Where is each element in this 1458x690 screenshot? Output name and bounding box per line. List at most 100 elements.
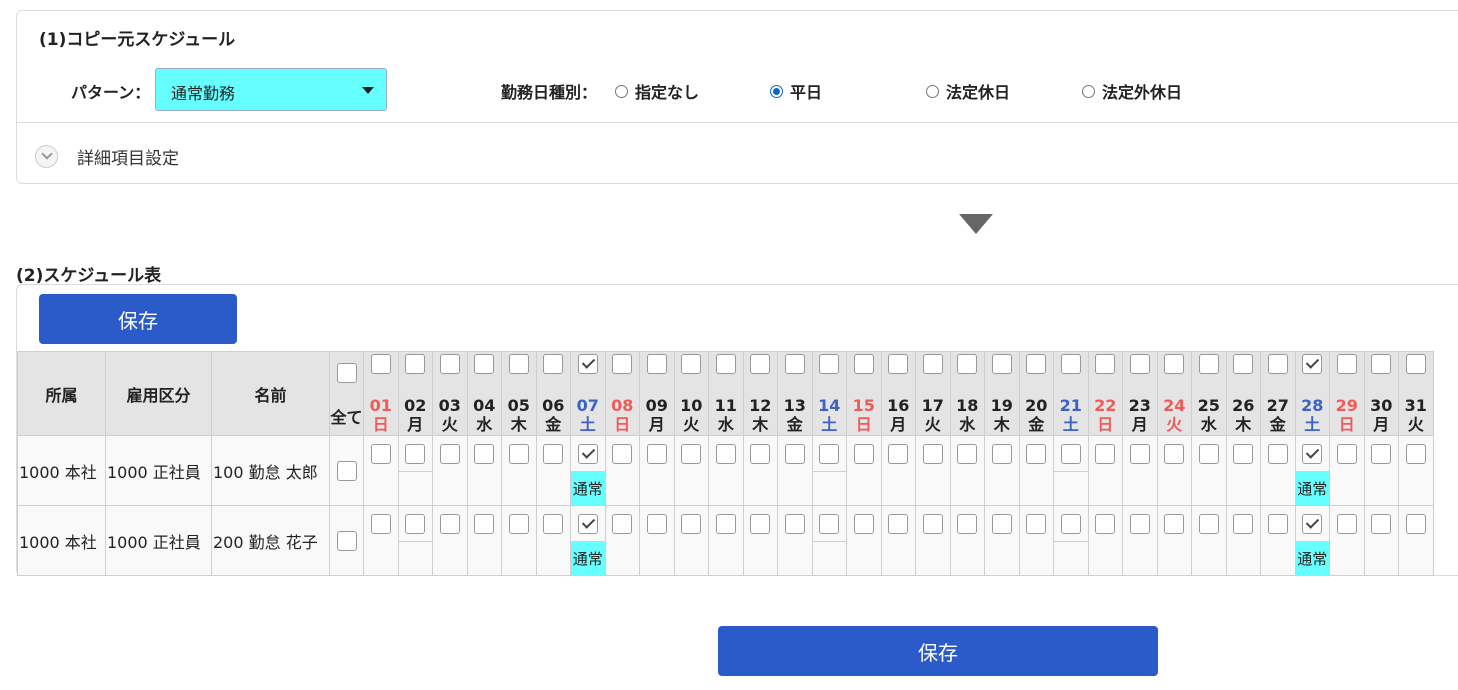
day-checkbox[interactable] bbox=[991, 514, 1012, 534]
day-column-checkbox[interactable] bbox=[1095, 354, 1116, 374]
day-checkbox[interactable] bbox=[1267, 444, 1288, 464]
day-checkbox[interactable] bbox=[646, 514, 667, 534]
day-checkbox[interactable] bbox=[474, 514, 495, 534]
day-checkbox[interactable] bbox=[1233, 444, 1254, 464]
day-checkbox[interactable] bbox=[819, 514, 840, 534]
radio-legal-holiday[interactable]: 法定休日 bbox=[926, 79, 1010, 103]
day-checkbox[interactable] bbox=[1405, 444, 1426, 464]
day-checkbox[interactable] bbox=[681, 444, 702, 464]
day-column-checkbox[interactable] bbox=[1336, 354, 1357, 374]
day-checkbox[interactable] bbox=[405, 514, 426, 534]
day-checkbox[interactable] bbox=[508, 514, 529, 534]
day-column-checkbox[interactable] bbox=[1302, 354, 1323, 374]
day-column-checkbox[interactable] bbox=[991, 354, 1012, 374]
day-checkbox[interactable] bbox=[577, 444, 598, 464]
day-checkbox[interactable] bbox=[1026, 444, 1047, 464]
day-checkbox[interactable] bbox=[370, 514, 391, 534]
day-checkbox[interactable] bbox=[508, 444, 529, 464]
day-checkbox[interactable] bbox=[750, 444, 771, 464]
day-column-checkbox[interactable] bbox=[405, 354, 426, 374]
day-column-checkbox[interactable] bbox=[1371, 354, 1392, 374]
day-checkbox[interactable] bbox=[1164, 514, 1185, 534]
day-checkbox[interactable] bbox=[577, 514, 598, 534]
day-checkbox[interactable] bbox=[1302, 444, 1323, 464]
day-checkbox[interactable] bbox=[612, 444, 633, 464]
day-column-checkbox[interactable] bbox=[1026, 354, 1047, 374]
day-checkbox[interactable] bbox=[784, 444, 805, 464]
day-column-checkbox[interactable] bbox=[646, 354, 667, 374]
day-column-checkbox[interactable] bbox=[957, 354, 978, 374]
day-column-checkbox[interactable] bbox=[819, 354, 840, 374]
day-checkbox[interactable] bbox=[853, 514, 874, 534]
day-checkbox[interactable] bbox=[922, 514, 943, 534]
radio-non-legal-holiday[interactable]: 法定外休日 bbox=[1082, 79, 1182, 103]
day-checkbox[interactable] bbox=[888, 514, 909, 534]
day-checkbox[interactable] bbox=[1233, 514, 1254, 534]
day-checkbox[interactable] bbox=[784, 514, 805, 534]
day-column-checkbox[interactable] bbox=[1405, 354, 1426, 374]
day-checkbox[interactable] bbox=[1198, 444, 1219, 464]
day-column-checkbox[interactable] bbox=[1129, 354, 1150, 374]
day-column-checkbox[interactable] bbox=[888, 354, 909, 374]
day-column-checkbox[interactable] bbox=[1267, 354, 1288, 374]
day-column-checkbox[interactable] bbox=[750, 354, 771, 374]
day-column-checkbox[interactable] bbox=[681, 354, 702, 374]
radio-weekday[interactable]: 平日 bbox=[770, 79, 822, 103]
radio-unspecified[interactable]: 指定なし bbox=[615, 79, 699, 103]
select-all-checkbox[interactable] bbox=[336, 363, 357, 383]
day-checkbox[interactable] bbox=[750, 514, 771, 534]
day-checkbox[interactable] bbox=[1026, 514, 1047, 534]
detail-settings-toggle[interactable]: 詳細項目設定 bbox=[35, 144, 179, 169]
day-checkbox[interactable] bbox=[1060, 514, 1081, 534]
day-column-checkbox[interactable] bbox=[370, 354, 391, 374]
day-checkbox[interactable] bbox=[612, 514, 633, 534]
day-checkbox[interactable] bbox=[439, 444, 460, 464]
day-column-checkbox[interactable] bbox=[1060, 354, 1081, 374]
day-checkbox[interactable] bbox=[1267, 514, 1288, 534]
day-column-checkbox[interactable] bbox=[508, 354, 529, 374]
day-checkbox[interactable] bbox=[474, 444, 495, 464]
day-checkbox[interactable] bbox=[1371, 444, 1392, 464]
day-column-checkbox[interactable] bbox=[784, 354, 805, 374]
day-column-checkbox[interactable] bbox=[439, 354, 460, 374]
day-checkbox[interactable] bbox=[715, 444, 736, 464]
day-checkbox[interactable] bbox=[1095, 514, 1116, 534]
row-select-all-checkbox[interactable] bbox=[336, 460, 357, 481]
day-checkbox[interactable] bbox=[1198, 514, 1219, 534]
day-checkbox[interactable] bbox=[1302, 514, 1323, 534]
day-checkbox[interactable] bbox=[957, 444, 978, 464]
day-checkbox[interactable] bbox=[819, 444, 840, 464]
day-column-checkbox[interactable] bbox=[612, 354, 633, 374]
save-button-bottom[interactable]: 保存 bbox=[718, 626, 1158, 676]
day-checkbox[interactable] bbox=[543, 444, 564, 464]
day-checkbox[interactable] bbox=[1060, 444, 1081, 464]
day-checkbox[interactable] bbox=[681, 514, 702, 534]
day-checkbox[interactable] bbox=[439, 514, 460, 534]
day-checkbox[interactable] bbox=[922, 444, 943, 464]
day-column-checkbox[interactable] bbox=[715, 354, 736, 374]
day-checkbox[interactable] bbox=[1405, 514, 1426, 534]
day-column-checkbox[interactable] bbox=[1164, 354, 1185, 374]
day-checkbox[interactable] bbox=[405, 444, 426, 464]
day-checkbox[interactable] bbox=[370, 444, 391, 464]
day-checkbox[interactable] bbox=[1095, 444, 1116, 464]
day-column-checkbox[interactable] bbox=[577, 354, 598, 374]
day-column-checkbox[interactable] bbox=[1233, 354, 1254, 374]
pattern-select[interactable]: 通常勤務 bbox=[155, 68, 387, 111]
day-column-checkbox[interactable] bbox=[1198, 354, 1219, 374]
day-checkbox[interactable] bbox=[715, 514, 736, 534]
day-checkbox[interactable] bbox=[1129, 444, 1150, 464]
day-column-checkbox[interactable] bbox=[474, 354, 495, 374]
save-button-top[interactable]: 保存 bbox=[39, 294, 237, 344]
day-column-checkbox[interactable] bbox=[922, 354, 943, 374]
day-checkbox[interactable] bbox=[543, 514, 564, 534]
day-column-checkbox[interactable] bbox=[543, 354, 564, 374]
row-select-all-checkbox[interactable] bbox=[336, 530, 357, 551]
day-checkbox[interactable] bbox=[853, 444, 874, 464]
day-checkbox[interactable] bbox=[1164, 444, 1185, 464]
day-checkbox[interactable] bbox=[888, 444, 909, 464]
day-checkbox[interactable] bbox=[957, 514, 978, 534]
day-checkbox[interactable] bbox=[1336, 514, 1357, 534]
day-checkbox[interactable] bbox=[1336, 444, 1357, 464]
day-checkbox[interactable] bbox=[1371, 514, 1392, 534]
